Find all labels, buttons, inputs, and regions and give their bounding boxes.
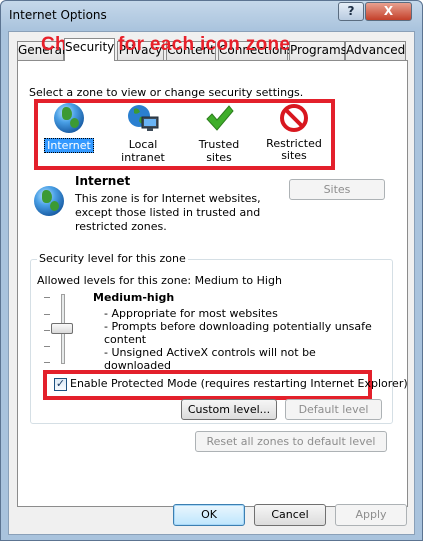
- security-level-name: Medium-high: [93, 291, 175, 304]
- security-level-description: - Appropriate for most websites - Prompt…: [104, 307, 372, 372]
- slider-tick: [44, 330, 50, 331]
- zone-local-intranet[interactable]: Local intranet: [107, 103, 179, 164]
- ok-button[interactable]: OK: [173, 504, 245, 526]
- security-slider-thumb[interactable]: [51, 323, 73, 334]
- window-title: Internet Options: [9, 8, 107, 22]
- allowed-levels-text: Allowed levels for this zone: Medium to …: [37, 274, 282, 287]
- zone-restricted-sites-label: Restricted sites: [266, 137, 322, 162]
- slider-tick: [44, 297, 50, 298]
- close-button[interactable]: X: [365, 2, 412, 21]
- cancel-button[interactable]: Cancel: [254, 504, 326, 526]
- default-level-button[interactable]: Default level: [285, 399, 382, 420]
- title-bar[interactable]: Internet Options ? X: [1, 1, 422, 31]
- protected-mode-label[interactable]: Enable Protected Mode (requires restarti…: [70, 377, 408, 390]
- help-button[interactable]: ?: [338, 2, 364, 21]
- globe-icon: [54, 103, 84, 133]
- zone-trusted-sites-label: Trusted sites: [198, 138, 240, 164]
- tab-advanced[interactable]: Advanced: [345, 41, 406, 61]
- zone-info-title: Internet: [75, 174, 131, 188]
- zone-restricted-sites[interactable]: Restricted sites: [262, 103, 326, 162]
- checkmark-icon: [204, 103, 234, 133]
- apply-button[interactable]: Apply: [335, 504, 407, 526]
- tab-programs[interactable]: Programs: [289, 41, 347, 61]
- zone-internet-label: Internet: [44, 138, 94, 153]
- tab-security[interactable]: Security: [64, 38, 115, 61]
- zone-instruction: Select a zone to view or change security…: [29, 86, 304, 99]
- zone-local-intranet-label: Local intranet: [121, 138, 165, 164]
- globe-icon: [34, 186, 64, 216]
- reset-all-zones-button[interactable]: Reset all zones to default level: [195, 431, 387, 452]
- zone-info-description: This zone is for Internet websites, exce…: [75, 192, 261, 233]
- custom-level-button[interactable]: Custom level...: [181, 399, 277, 420]
- slider-tick: [44, 314, 50, 315]
- zone-internet[interactable]: Internet: [42, 103, 96, 153]
- sites-button[interactable]: Sites: [289, 179, 385, 200]
- security-level-legend: Security level for this zone: [37, 252, 188, 265]
- protected-mode-checkbox[interactable]: ✓: [54, 378, 67, 391]
- slider-tick: [44, 346, 50, 347]
- intranet-icon: [126, 103, 160, 133]
- slider-tick: [44, 362, 50, 363]
- no-entry-icon: [279, 103, 309, 133]
- zone-trusted-sites[interactable]: Trusted sites: [184, 103, 254, 164]
